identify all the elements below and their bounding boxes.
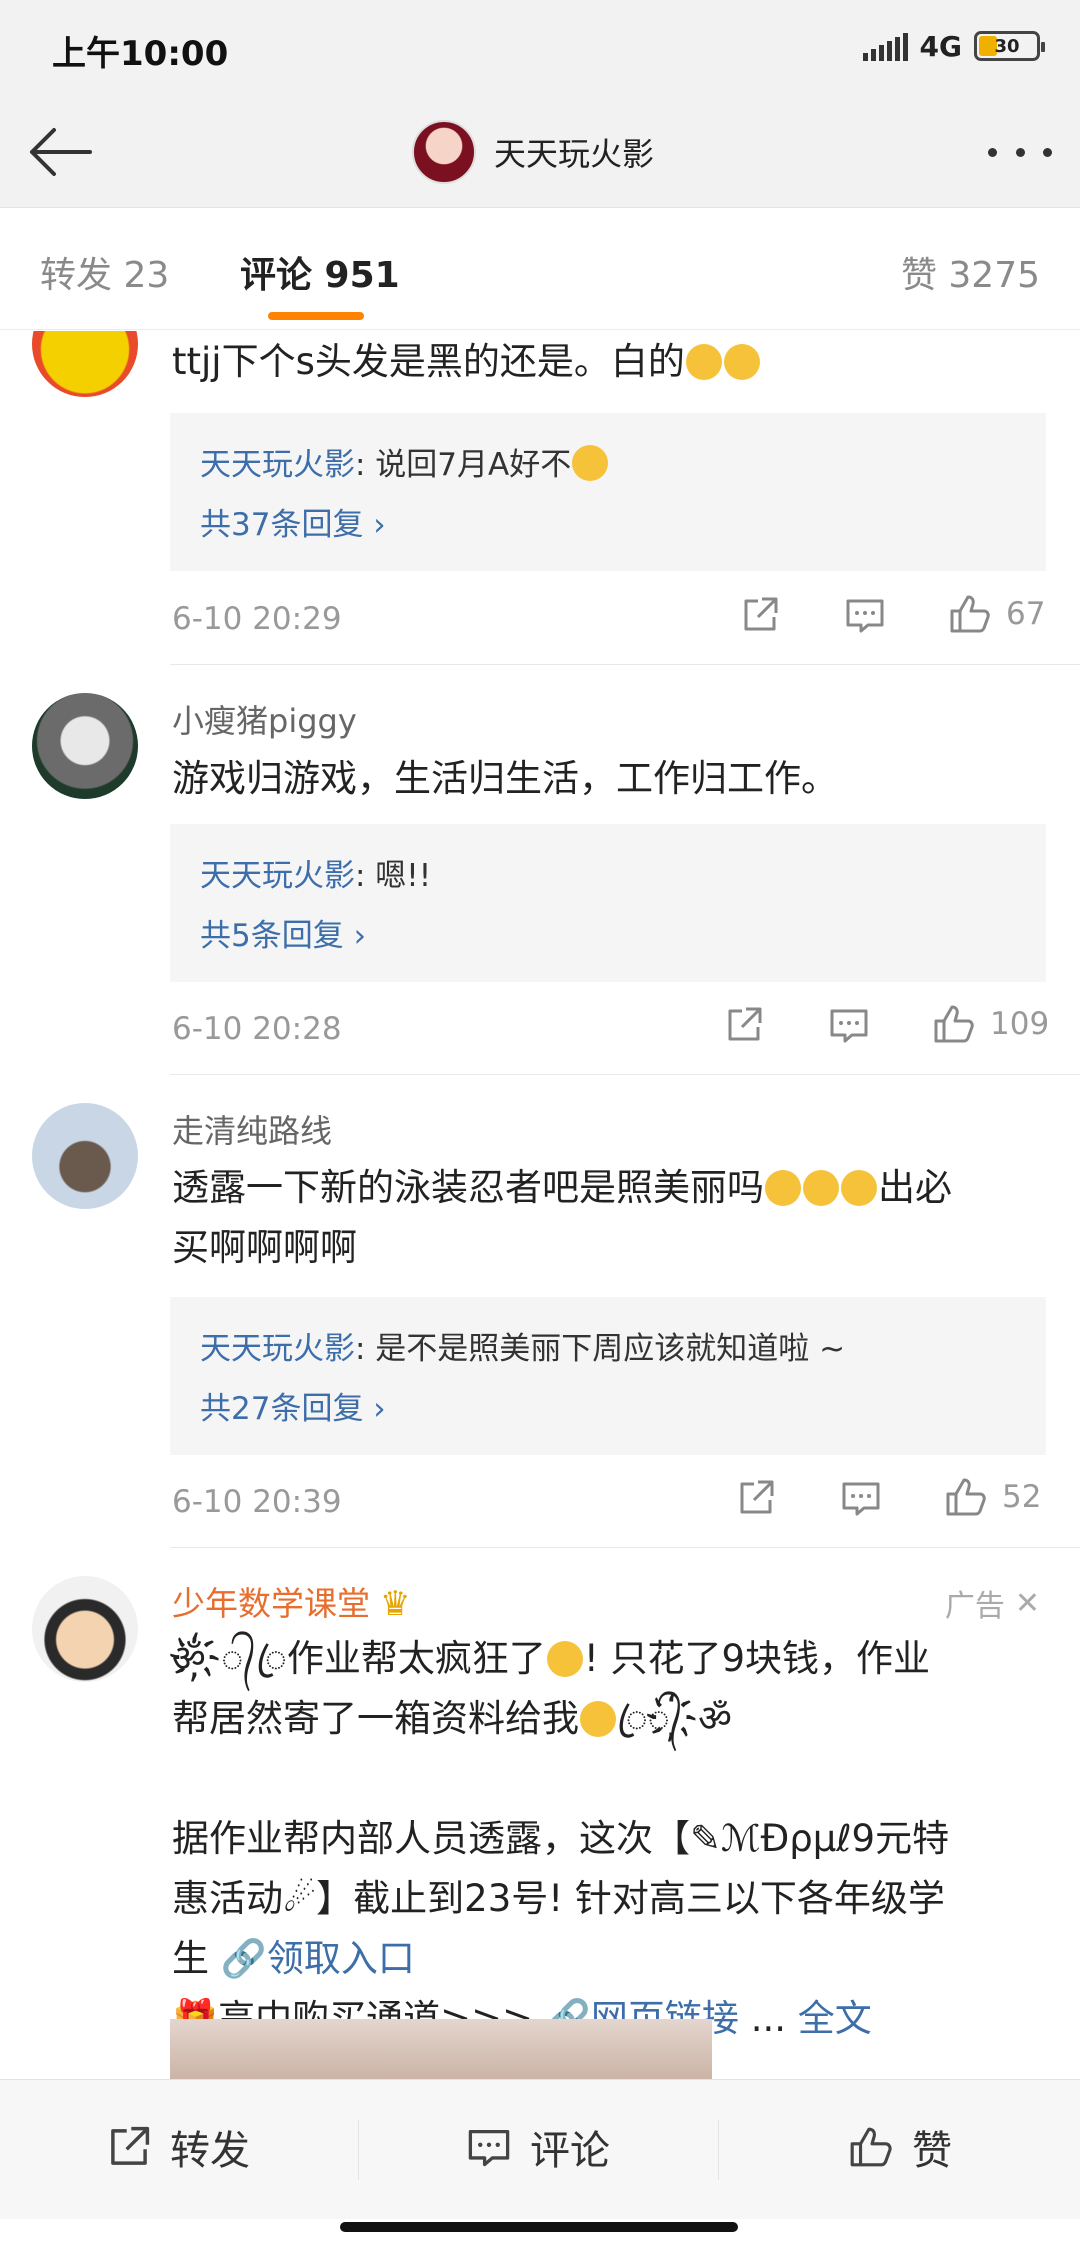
crown-icon: ♛ xyxy=(380,1584,411,1624)
page-title: 天天玩火影 xyxy=(494,135,655,173)
like-count: 109 xyxy=(990,1006,1050,1042)
nav-bar: 天天玩火影 xyxy=(0,96,1080,208)
back-button[interactable] xyxy=(24,118,96,186)
share-icon xyxy=(744,597,778,631)
signal-icon xyxy=(862,31,908,61)
reply-box[interactable]: 天天玩火影: 是不是照美丽下周应该就知道啦 ~ 共27条回复 › xyxy=(170,1297,1046,1455)
reply-author[interactable]: 天天玩火影 xyxy=(200,447,355,483)
avatar[interactable] xyxy=(32,1103,138,1209)
comment-action-button[interactable]: 评论 xyxy=(466,2112,610,2182)
comment-icon xyxy=(468,2130,510,2167)
comment-icon xyxy=(846,599,884,633)
status-icons: 4G 30 xyxy=(862,26,1045,66)
comment-text: ttjj下个s头发是黑的还是。白的 xyxy=(172,332,1040,392)
comment-button[interactable] xyxy=(828,1005,870,1045)
hug-emoji-icon xyxy=(841,1170,877,1206)
share-button[interactable] xyxy=(724,1005,764,1045)
reply-count-link[interactable]: 共5条回复 › xyxy=(200,910,366,955)
comment-feed[interactable]: ttjj下个s头发是黑的还是。白的 天天玩火影: 说回7月A好不 共37条回复 … xyxy=(0,331,1080,2079)
reply-count-link[interactable]: 共37条回复 › xyxy=(200,499,386,544)
username[interactable]: 小瘦猪piggy xyxy=(172,696,357,742)
divider xyxy=(170,1547,1080,1548)
divider xyxy=(718,2120,719,2180)
avatar[interactable] xyxy=(412,120,476,184)
comment-button[interactable] xyxy=(844,595,886,635)
comment-time: 6-10 20:39 xyxy=(172,1484,342,1520)
reply-preview: 天天玩火影: 是不是照美丽下周应该就知道啦 ~ xyxy=(200,1331,846,1367)
like-button[interactable]: 67 xyxy=(948,593,1045,635)
like-button[interactable]: 52 xyxy=(944,1476,1041,1518)
thumbs-up-icon xyxy=(946,1478,986,1516)
ad-text: ॐ҉᭄ꦿ作业帮太疯狂了! 只花了9块钱，作业 帮居然寄了一箱资料给我ꦿ᭄҉ॐ 据… xyxy=(172,1637,950,2040)
tab-repost[interactable]: 转发 23 xyxy=(40,246,169,298)
tab-likes[interactable]: 赞 3275 xyxy=(901,246,1040,298)
comment-button[interactable] xyxy=(840,1478,882,1518)
like-count: 67 xyxy=(1006,596,1046,632)
ad-username[interactable]: 少年数学课堂 ♛ xyxy=(172,1577,410,1625)
reply-preview: 天天玩火影: 嗯!! xyxy=(200,858,432,894)
comment-icon xyxy=(842,1482,880,1516)
username[interactable]: 走清纯路线 xyxy=(172,1106,332,1152)
battery-icon: 30 xyxy=(974,31,1045,61)
repost-button[interactable]: 转发 xyxy=(106,2112,250,2182)
full-text-link[interactable]: 全文 xyxy=(798,1997,872,2040)
comment-icon xyxy=(830,1009,868,1043)
divider xyxy=(358,2120,359,2180)
avatar[interactable] xyxy=(32,331,138,397)
more-button[interactable] xyxy=(988,134,1052,170)
thumbs-up-icon xyxy=(950,595,990,633)
reply-author[interactable]: 天天玩火影 xyxy=(200,858,355,894)
like-count: 52 xyxy=(1002,1479,1042,1515)
arrow-left-icon xyxy=(30,128,92,176)
nav-title[interactable]: 天天玩火影 xyxy=(412,118,654,186)
doge-emoji-icon xyxy=(685,344,722,380)
tab-comments[interactable]: 评论 951 xyxy=(240,246,400,298)
reply-box[interactable]: 天天玩火影: 说回7月A好不 共37条回复 › xyxy=(170,413,1046,571)
share-button[interactable] xyxy=(736,1478,776,1518)
like-action-button[interactable]: 赞 xyxy=(848,2112,952,2182)
hug-emoji-icon xyxy=(803,1170,839,1206)
comment-text: 游戏归游戏，生活归生活，工作归工作。 xyxy=(172,757,838,800)
reply-count-link[interactable]: 共27条回复 › xyxy=(200,1383,386,1428)
close-icon[interactable]: ✕ xyxy=(1015,1586,1040,1621)
status-bar: 上午10:00 4G 30 xyxy=(0,0,1080,96)
avatar[interactable] xyxy=(32,1576,138,1682)
divider xyxy=(170,1074,1080,1075)
hug-emoji-icon xyxy=(765,1170,801,1206)
ad-image[interactable] xyxy=(170,2019,712,2079)
ad-tag[interactable]: 广告 ✕ xyxy=(945,1581,1040,1625)
network-type: 4G xyxy=(919,29,962,63)
divider xyxy=(170,664,1080,665)
reply-box[interactable]: 天天玩火影: 嗯!! 共5条回复 › xyxy=(170,824,1046,982)
home-indicator[interactable] xyxy=(340,2222,738,2232)
thumbs-up-icon xyxy=(850,2127,892,2167)
share-icon xyxy=(111,2126,150,2165)
share-icon xyxy=(740,1480,774,1514)
comment-time: 6-10 20:28 xyxy=(172,1011,342,1047)
thumbs-up-icon xyxy=(934,1005,974,1043)
doge-emoji-icon xyxy=(723,344,760,380)
battery-level: 30 xyxy=(994,35,1020,57)
tab-bar: 转发 23 评论 951 赞 3275 xyxy=(0,208,1080,330)
share-icon xyxy=(728,1007,762,1041)
comment-time: 6-10 20:29 xyxy=(172,601,342,637)
reply-author[interactable]: 天天玩火影 xyxy=(200,1331,355,1367)
avatar[interactable] xyxy=(32,693,138,799)
active-tab-indicator xyxy=(268,312,364,320)
more-dots-icon xyxy=(988,147,997,157)
reply-preview: 天天玩火影: 说回7月A好不 xyxy=(200,439,609,484)
bottom-action-bar: 转发 评论 赞 xyxy=(0,2079,1080,2219)
grin-emoji-icon xyxy=(546,1641,583,1677)
comment-text: 透露一下新的泳装忍者吧是照美丽吗 出必 买啊啊啊啊 xyxy=(172,1166,952,1269)
doge-emoji-icon xyxy=(572,445,609,481)
like-button[interactable]: 109 xyxy=(932,1003,1049,1045)
claim-link[interactable]: 🔗领取入口 xyxy=(221,1937,415,1980)
status-time: 上午10:00 xyxy=(52,34,229,74)
laugh-emoji-icon xyxy=(580,1701,616,1737)
share-button[interactable] xyxy=(740,595,780,635)
